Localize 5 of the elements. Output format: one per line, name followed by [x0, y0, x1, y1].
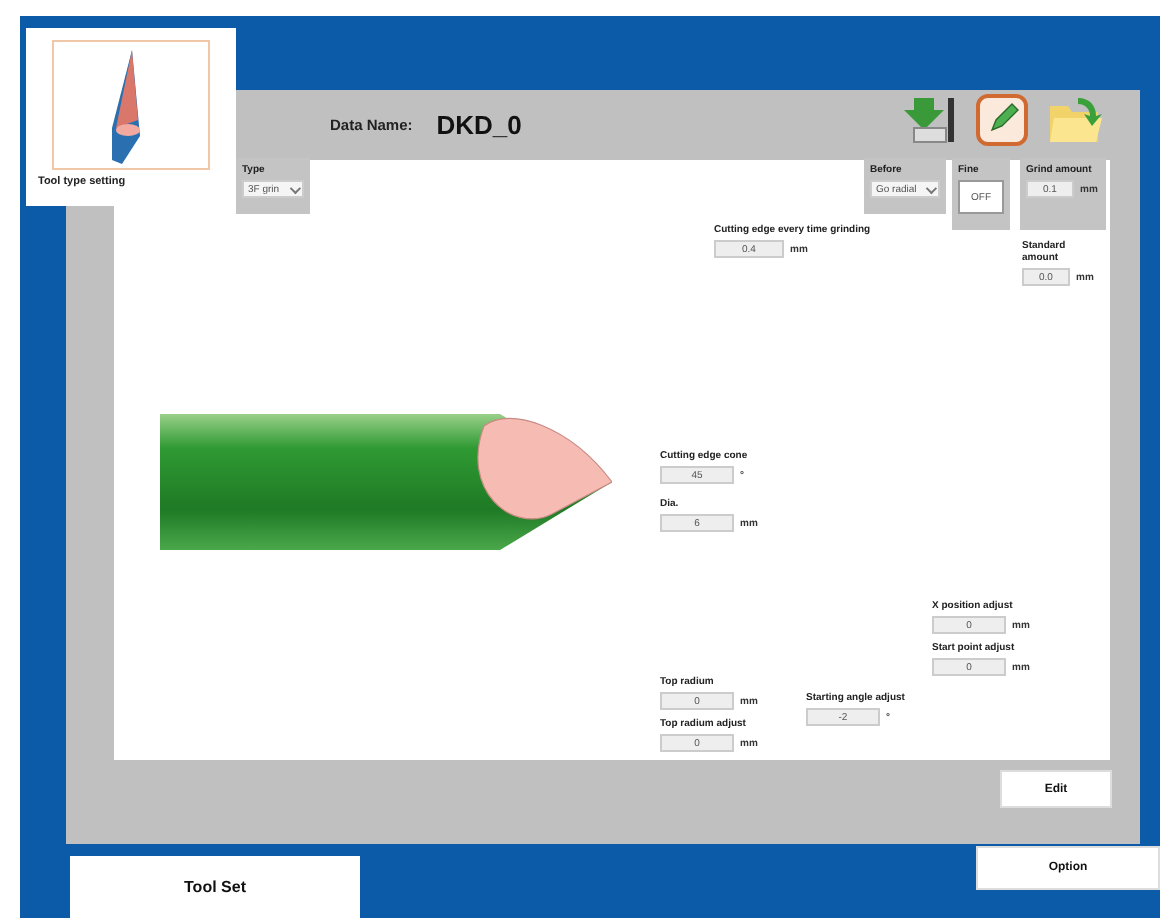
folder-icon[interactable]	[1046, 94, 1106, 146]
download-icon[interactable]	[902, 94, 958, 146]
edit-icon[interactable]	[974, 94, 1030, 146]
tab[interactable]: Tool Set	[70, 856, 360, 918]
data-name-value: DKD_0	[436, 110, 522, 140]
